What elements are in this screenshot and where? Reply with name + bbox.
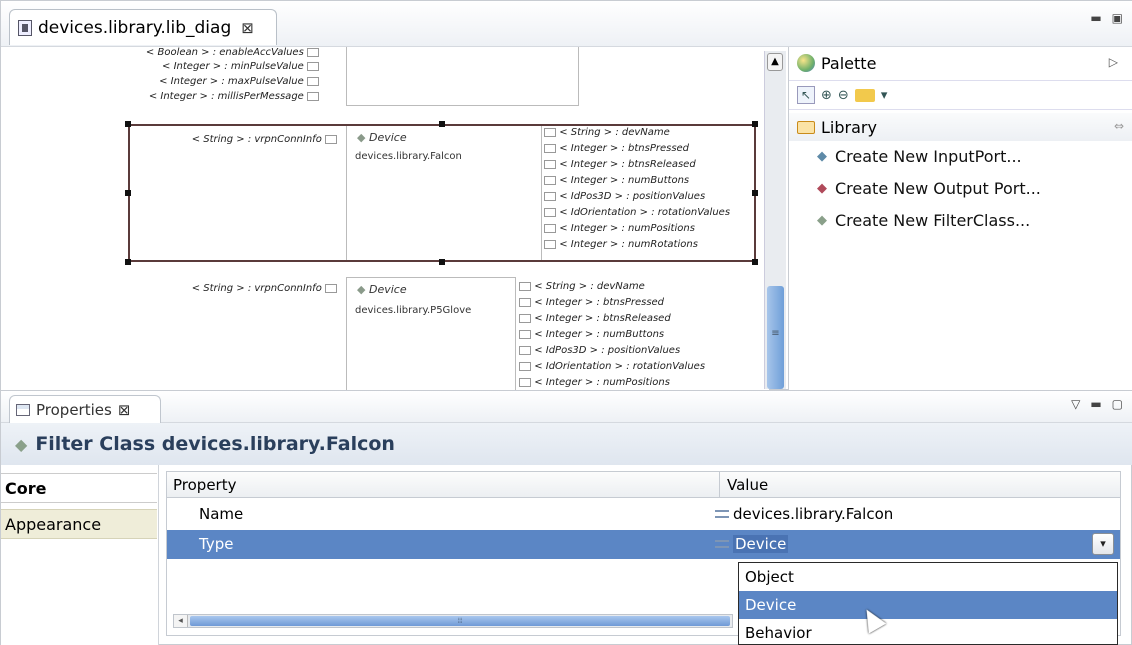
vertical-scrollbar[interactable]: ▲ ≡: [764, 51, 786, 389]
eclipse-window: devices.library.lib_diag ⊠ ▬ ▣ < Boolean…: [0, 0, 1132, 645]
scroll-left-icon[interactable]: ◂: [174, 615, 188, 627]
palette: Palette ▷ ↖ ⊕ ⊖ ▾ Library ⇔ ◆ Create New…: [788, 47, 1132, 391]
table-row-selected[interactable]: Type Device ▾: [167, 530, 1120, 559]
collapse-arrow-icon[interactable]: ▷: [1109, 55, 1118, 69]
output-port[interactable]: < IdPos3D > : positionValues: [544, 191, 705, 202]
type-dropdown-list: Object Device Behavior: [738, 562, 1118, 645]
output-port[interactable]: < IdOrientation > : rotationValues: [519, 361, 705, 372]
scroll-thumb[interactable]: ⦙⦙⦙: [190, 616, 730, 626]
output-port[interactable]: < Integer > : btnsReleased: [519, 313, 671, 324]
drawer-label: Library: [821, 117, 877, 137]
property-name: Name: [199, 505, 244, 523]
properties-heading: ◆ Filter Class devices.library.Falcon: [1, 423, 1132, 465]
filter-class-icon: ◆: [817, 213, 827, 228]
class-stereotype: ◆ Device: [357, 283, 407, 296]
properties-tab-label: Properties: [36, 400, 112, 419]
output-port[interactable]: < Integer > : numPositions: [519, 377, 670, 388]
properties-tab[interactable]: Properties ⊠: [9, 395, 161, 423]
input-port[interactable]: < String > : vrpnConnInfo: [192, 134, 337, 145]
horizontal-scrollbar[interactable]: ◂ ⦙⦙⦙: [173, 614, 733, 628]
editor-window-controls: ▬ ▣: [1090, 11, 1123, 25]
text-field-icon: [715, 540, 729, 548]
filter-class-icon: ◆: [15, 434, 28, 454]
tab-appearance[interactable]: Appearance: [1, 509, 157, 539]
properties-tabbar: Properties ⊠ ▽ ▬ ▢: [1, 391, 1132, 423]
select-tool-icon[interactable]: ↖: [797, 86, 815, 104]
output-port[interactable]: < Integer > : btnsReleased: [544, 159, 696, 170]
output-port[interactable]: < Integer > : numRotations: [544, 239, 698, 250]
palette-item-inputport[interactable]: ◆ Create New InputPort...: [817, 147, 1022, 166]
output-port[interactable]: < IdOrientation > : rotationValues: [544, 207, 730, 218]
palette-header[interactable]: Palette ▷: [789, 47, 1132, 79]
column-value[interactable]: Value: [727, 476, 768, 494]
tab-core[interactable]: Core: [1, 473, 157, 503]
option-object[interactable]: Object: [739, 563, 1117, 591]
column-property[interactable]: Property: [173, 476, 236, 494]
scroll-thumb[interactable]: ≡: [767, 286, 784, 389]
minimize-icon[interactable]: ▬: [1090, 397, 1101, 411]
note-tool-icon[interactable]: [854, 88, 875, 102]
chevron-down-icon[interactable]: ▾: [1092, 533, 1114, 555]
palette-icon: [797, 54, 815, 72]
port-label: < Integer > : maxPulseValue: [159, 76, 319, 87]
restore-icon[interactable]: ▣: [1112, 11, 1123, 25]
output-port[interactable]: < Integer > : numPositions: [544, 223, 695, 234]
input-port[interactable]: < String > : vrpnConnInfo: [192, 283, 337, 294]
option-device[interactable]: Device: [739, 591, 1117, 619]
palette-drawer-library[interactable]: Library ⇔: [789, 113, 1132, 141]
output-port[interactable]: < Integer > : btnsPressed: [544, 143, 689, 154]
properties-icon: [16, 403, 30, 416]
editor-tabbar: devices.library.lib_diag ⊠ ▬ ▣: [1, 1, 1132, 47]
heading-text: Filter Class devices.library.Falcon: [35, 433, 395, 455]
zoom-in-icon[interactable]: ⊕: [821, 88, 832, 103]
port-label: < Boolean > : enableAccValues: [146, 47, 319, 58]
port-label: < Integer > : minPulseValue: [162, 61, 319, 72]
output-port-icon: ◆: [817, 181, 827, 196]
palette-title: Palette: [821, 53, 877, 73]
maximize-icon[interactable]: ▢: [1112, 397, 1123, 411]
output-port[interactable]: < IdPos3D > : positionValues: [519, 345, 680, 356]
view-menu-icon[interactable]: ▽: [1071, 397, 1080, 411]
close-icon[interactable]: ⊠: [241, 19, 254, 37]
output-port[interactable]: < String > : devName: [544, 127, 670, 138]
properties-side-tabs: Core Appearance: [1, 465, 159, 645]
folder-icon: [797, 120, 815, 134]
option-behavior[interactable]: Behavior: [739, 619, 1117, 645]
table-header: Property Value: [167, 472, 1120, 498]
close-icon[interactable]: ⊠: [118, 401, 131, 419]
editor-tab[interactable]: devices.library.lib_diag ⊠: [9, 9, 277, 45]
class-name: devices.library.Falcon: [355, 151, 462, 162]
class-stereotype: ◆ Device: [357, 131, 407, 144]
editor-tab-label: devices.library.lib_diag: [38, 17, 232, 38]
scroll-up-icon[interactable]: ▲: [767, 53, 783, 71]
palette-item-outputport[interactable]: ◆ Create New Output Port...: [817, 179, 1041, 198]
table-row[interactable]: Name devices.library.Falcon: [167, 500, 1120, 529]
type-combo[interactable]: Device: [715, 535, 789, 553]
minimize-icon[interactable]: ▬: [1090, 11, 1101, 25]
diagram-canvas[interactable]: < Boolean > : enableAccValues < Integer …: [1, 47, 769, 391]
diagram-file-icon: [18, 19, 32, 36]
property-name: Type: [199, 535, 234, 553]
zoom-out-icon[interactable]: ⊖: [838, 88, 849, 103]
class-name: devices.library.P5Glove: [355, 305, 472, 316]
output-port[interactable]: < Integer > : numButtons: [544, 175, 689, 186]
property-value: devices.library.Falcon: [715, 505, 893, 523]
diagram-editor: devices.library.lib_diag ⊠ ▬ ▣ < Boolean…: [0, 0, 1132, 391]
output-port[interactable]: < String > : devName: [519, 281, 645, 292]
palette-tools: ↖ ⊕ ⊖ ▾: [789, 80, 1132, 110]
properties-window-controls: ▽ ▬ ▢: [1071, 397, 1123, 411]
dropdown-arrow-icon[interactable]: ▾: [881, 88, 888, 103]
text-field-icon: [715, 510, 729, 518]
pin-icon[interactable]: ⇔: [1114, 119, 1124, 133]
output-port[interactable]: < Integer > : numButtons: [519, 329, 664, 340]
input-port-icon: ◆: [817, 149, 827, 164]
palette-item-filterclass[interactable]: ◆ Create New FilterClass...: [817, 211, 1030, 230]
output-port[interactable]: < Integer > : btnsPressed: [519, 297, 664, 308]
port-label: < Integer > : millisPerMessage: [149, 91, 319, 102]
